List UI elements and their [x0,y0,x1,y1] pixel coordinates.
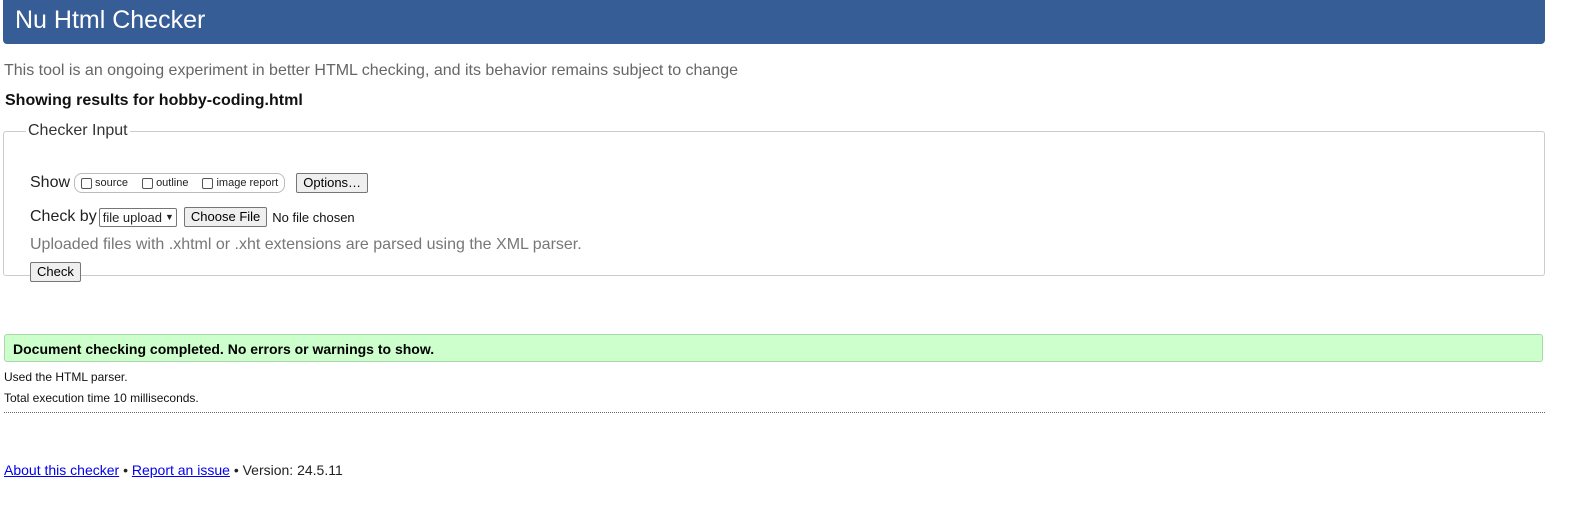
file-status: No file chosen [272,209,355,225]
report-issue-link[interactable]: Report an issue [132,462,230,478]
check-by-select[interactable]: file upload ▼ [98,207,177,227]
success-message-box: Document checking completed. No errors o… [4,334,1543,362]
check-by-row: Check by file upload ▼ Choose File No fi… [30,207,355,227]
xml-parser-hint: Uploaded files with .xhtml or .xht exten… [30,236,582,253]
footer: About this checker • Report an issue • V… [4,462,343,478]
footer-separator-2: • [233,462,239,478]
dotted-separator [4,412,1545,413]
outline-checkbox[interactable] [142,177,154,189]
image-report-checkbox[interactable] [202,177,214,189]
check-button[interactable]: Check [30,262,81,282]
source-checkbox[interactable] [81,177,93,189]
image-report-label[interactable]: image report [216,177,278,189]
source-option[interactable]: source [77,177,128,189]
page-title: Nu Html Checker [15,6,206,34]
source-label[interactable]: source [95,177,128,189]
header-bar: Nu Html Checker [3,0,1545,44]
show-options-group: source outline image report [74,173,286,193]
check-by-selected-value[interactable]: file upload [103,210,162,225]
outline-label[interactable]: outline [156,177,188,189]
about-checker-link[interactable]: About this checker [4,462,119,478]
intro-text: This tool is an ongoing experiment in be… [4,62,739,79]
options-button[interactable]: Options… [296,173,369,193]
success-message: Document checking completed. No errors o… [13,341,435,357]
image-report-option[interactable]: image report [198,177,278,189]
footer-separator-1: • [123,462,128,478]
results-heading: Showing results for hobby-coding.html [5,92,303,109]
chevron-down-icon[interactable]: ▼ [165,212,174,222]
show-label: Show [30,174,71,191]
show-row: Show source outline image report Options… [30,173,369,193]
check-row: Check [30,262,81,282]
checker-input-legend: Checker Input [28,122,128,139]
checker-input-fieldset: Checker Input Show source outline image … [3,122,1545,282]
execution-time: Total execution time 10 milliseconds. [4,391,199,405]
version-text: Version: 24.5.11 [242,462,343,478]
choose-file-button[interactable]: Choose File [183,207,268,227]
parser-note: Used the HTML parser. [4,370,128,384]
check-by-label: Check by [30,208,97,225]
outline-option[interactable]: outline [138,177,188,189]
